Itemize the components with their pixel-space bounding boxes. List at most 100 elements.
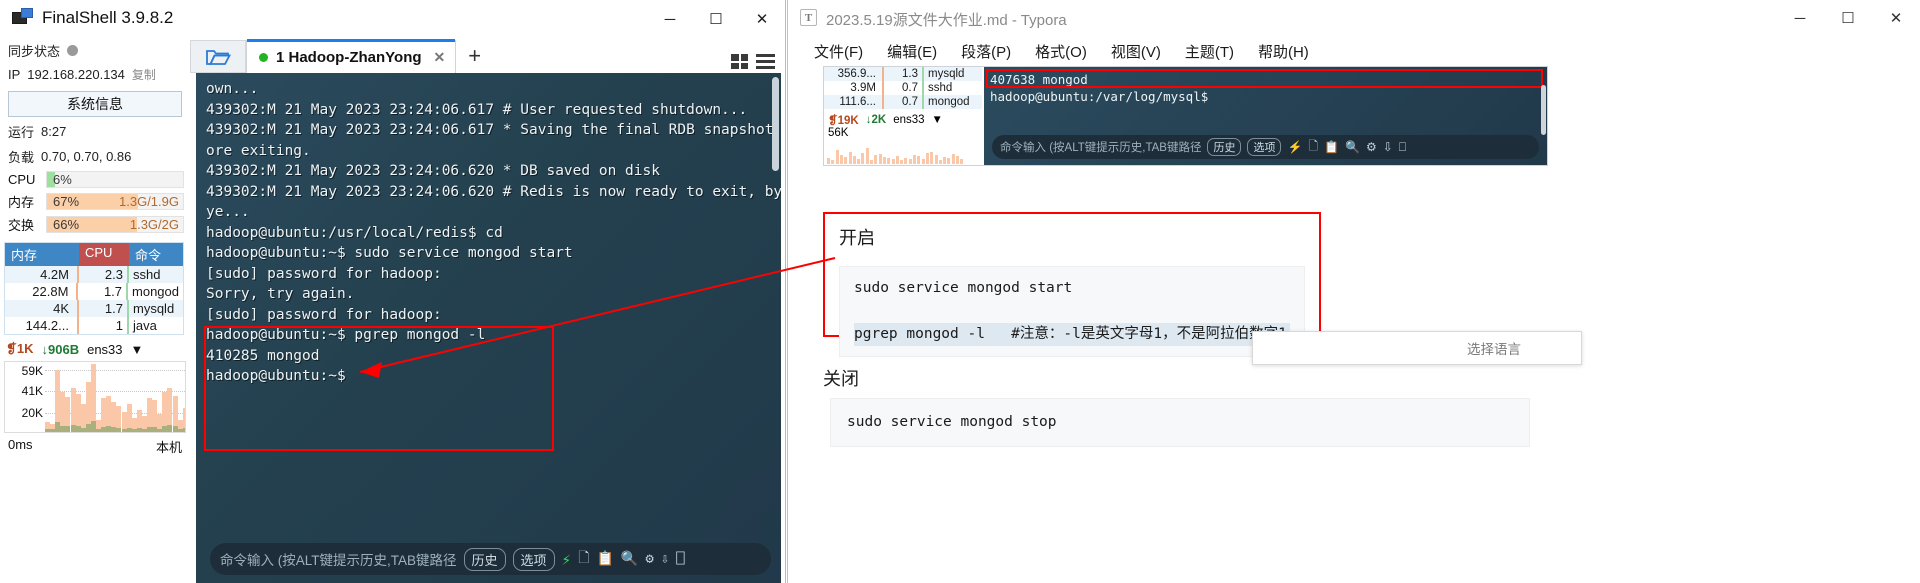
embedded-options-button: 选项 — [1247, 138, 1282, 156]
grid-view-icon[interactable] — [731, 54, 748, 69]
chevron-down-icon[interactable]: ▼ — [131, 342, 144, 357]
table-row[interactable]: 22.8M 1.7 mongod — [5, 283, 183, 300]
terminal-line-8: hadoop@ubuntu:~$ sudo service mongod sta… — [206, 245, 573, 261]
menu-item-2[interactable]: 段落(P) — [949, 39, 1023, 64]
code-stop-line1: sudo service mongod stop — [847, 414, 1057, 430]
cell-cpu: 1.7 — [79, 300, 129, 317]
window-icon[interactable]: ⎕ — [676, 551, 684, 567]
embedded-spark-bar — [956, 156, 959, 164]
spark-tick-0: 59K — [21, 364, 43, 378]
copy-icon[interactable]: 🗋 — [578, 547, 589, 571]
search-icon[interactable]: 🔍 — [621, 551, 638, 567]
paste-icon[interactable]: 📋 — [596, 551, 613, 567]
embedded-screenshot[interactable]: 356.9... 1.3 mysqld 3.9M 0.7 sshd 111.6... 0.7 m… — [823, 66, 1548, 166]
code-block-stop[interactable]: sudo service mongod stop — [830, 398, 1530, 447]
screen-root: FinalShell 3.9.8.2 ─ ☐ ✕ 同步状态 IP 192.168… — [0, 0, 1920, 583]
typora-window: T 2023.5.19源文件大作业.md - Typora ─ ☐ ✕ 文件(F… — [787, 0, 1920, 583]
table-row[interactable]: 4K 1.7 mysqld — [5, 300, 183, 317]
language-select-popup[interactable]: 选择语言 — [1252, 331, 1582, 365]
embedded-window-icon: ⎕ — [1398, 139, 1407, 154]
menu-item-1[interactable]: 编辑(E) — [875, 39, 949, 64]
new-tab-button[interactable]: + — [456, 43, 493, 73]
meter-percent: 6% — [53, 172, 72, 187]
typora-close-button[interactable]: ✕ — [1872, 0, 1920, 36]
cell-cmd: sshd — [133, 267, 161, 282]
gear-icon[interactable]: ⚙ — [645, 551, 653, 567]
embedded-spark-bar — [934, 155, 938, 164]
list-view-icon[interactable] — [756, 54, 775, 69]
cell-mem: 144.2... — [5, 317, 79, 334]
embedded-table-row: 111.6... 0.7 mongod — [824, 95, 982, 109]
open-folder-icon[interactable] — [190, 40, 246, 73]
maximize-button[interactable]: ☐ — [693, 0, 739, 38]
code-start-comment: #注意：-l是英文字母1，不是阿拉伯数字1 — [1011, 326, 1287, 342]
terminal-line-1: 439302:M 21 May 2023 23:24:06.617 # User… — [206, 101, 748, 118]
history-button[interactable]: 历史 — [463, 547, 506, 571]
menu-item-4[interactable]: 视图(V) — [1099, 39, 1173, 64]
meter-bar: 67% 1.3G/1.9G — [46, 193, 184, 210]
embedded-spark-bar — [904, 158, 908, 164]
process-table: 内存 CPU 命令 4.2M 2.3 sshd 22.8M 1.7 mongod 4K 1.7… — [4, 242, 184, 335]
embedded-chevron-down-icon: ▼ — [931, 114, 943, 126]
command-input-bar[interactable]: 命令输入 (按ALT键提示历史,TAB键路径 历史 选项 ⚡ 🗋 📋 🔍 ⚙ ⇩… — [210, 543, 771, 575]
sparkline-plot — [45, 362, 185, 432]
meter-row-交换: 交换 66% 1.3G/2G — [0, 213, 190, 236]
network-summary: ❡1K ↓906B ens33 ▼ — [0, 335, 190, 359]
menu-item-3[interactable]: 格式(O) — [1023, 39, 1099, 64]
options-button[interactable]: 选项 — [512, 547, 555, 571]
embedded-net-summary: ❡19K ↓2K ens33 ▼ — [824, 109, 982, 127]
tab-view-controls — [731, 54, 785, 73]
typora-document-body[interactable]: 356.9... 1.3 mysqld 3.9M 0.7 sshd 111.6... 0.7 m… — [788, 66, 1920, 583]
embedded-spark-bar — [878, 154, 882, 164]
embedded-spark-bar — [908, 159, 912, 164]
embedded-gear-icon: ⚙ — [1365, 140, 1377, 154]
cell-cpu: 1 — [79, 317, 129, 334]
cell-cpu: 1.7 — [78, 283, 129, 300]
code-start-line2-row: pgrep mongod -l #注意：-l是英文字母1，不是阿拉伯数字1 — [854, 323, 1290, 346]
cell-mem: 4.2M — [5, 266, 79, 283]
terminal-line-2: 439302:M 21 May 2023 23:24:06.617 * Savi… — [206, 122, 781, 138]
typora-maximize-button[interactable]: ☐ — [1824, 0, 1872, 36]
menu-item-5[interactable]: 主题(T) — [1173, 39, 1246, 64]
copy-ip-button[interactable]: 复制 — [132, 66, 156, 83]
bolt-icon[interactable]: ⚡ — [562, 550, 572, 569]
table-row[interactable]: 4.2M 2.3 sshd — [5, 266, 183, 283]
terminal-line-11: [sudo] password for hadoop: — [206, 306, 442, 323]
download-icon[interactable]: ⇩ — [661, 551, 669, 567]
embedded-highlight-box — [986, 69, 1543, 88]
tab-close-icon[interactable]: ✕ — [434, 49, 446, 66]
sync-status-dot-icon — [67, 45, 79, 56]
menu-item-0[interactable]: 文件(F) — [802, 39, 875, 64]
meter-label: 内存 — [8, 195, 35, 210]
sparkline-y-axis: 59K 41K 20K — [5, 362, 45, 432]
menu-item-6[interactable]: 帮助(H) — [1246, 39, 1321, 64]
typora-minimize-button[interactable]: ─ — [1776, 0, 1824, 36]
typora-app-icon: T — [800, 9, 817, 26]
embedded-spark-bar — [827, 158, 830, 164]
finalshell-main: 1 Hadoop-ZhanYong ✕ + own... 439302:M 21 … — [190, 38, 785, 583]
cell-cmd: java — [133, 318, 157, 333]
code-block-start[interactable]: sudo service mongod start pgrep mongod -… — [839, 266, 1305, 357]
system-info-button[interactable]: 系统信息 — [8, 91, 182, 117]
embedded-spark-bar — [831, 160, 835, 164]
host-label: 本机 — [155, 440, 182, 455]
meter-bar: 6% — [46, 171, 184, 188]
finalshell-window-controls: ─ ☐ ✕ — [647, 0, 785, 38]
embedded-spark-bar — [848, 152, 852, 164]
minimize-button[interactable]: ─ — [647, 0, 693, 38]
tab-status-dot-icon — [259, 52, 268, 62]
embedded-spark-bar — [938, 160, 942, 164]
tab-hadoop-zhanyong[interactable]: 1 Hadoop-ZhanYong ✕ — [246, 39, 457, 73]
embedded-copy-icon: 🗋 — [1308, 138, 1319, 153]
cell-mem: 22.8M — [5, 283, 79, 300]
table-row[interactable]: 144.2... 1 java — [5, 317, 183, 334]
section-stop-heading: 关闭 — [823, 369, 859, 389]
terminal-output[interactable]: own... 439302:M 21 May 2023 23:24:06.617 … — [196, 73, 781, 583]
meter-detail: 1.3G/1.9G — [119, 194, 179, 209]
meter-label: CPU — [8, 172, 36, 187]
load-label: 负载 — [8, 150, 35, 165]
terminal-scrollbar[interactable] — [772, 77, 779, 171]
ip-label: IP — [8, 67, 21, 82]
embedded-spark-bar — [900, 160, 904, 164]
close-button[interactable]: ✕ — [739, 0, 785, 38]
